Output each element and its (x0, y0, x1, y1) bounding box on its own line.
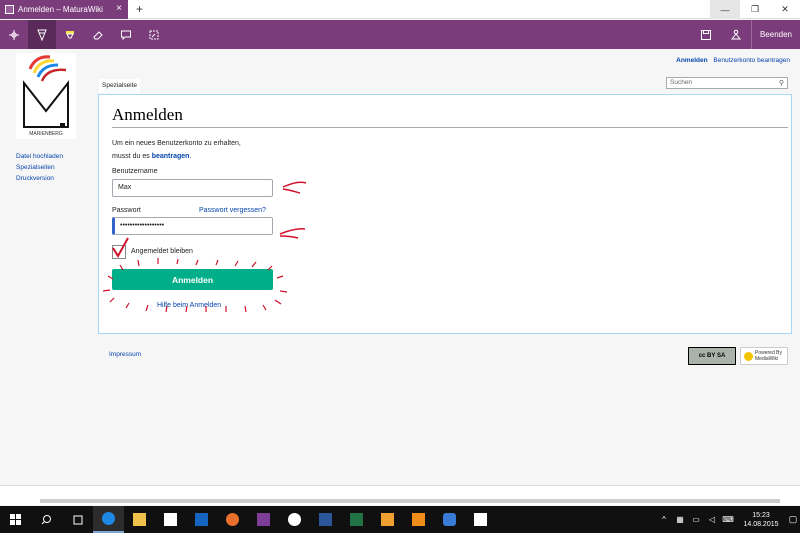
app-orange-icon[interactable] (403, 506, 434, 533)
page-favicon-icon (5, 4, 14, 14)
remember-me-label: Angemeldet bleiben (131, 248, 193, 255)
wiki-page: MARIENBERG Datei hochladen Spezialseiten… (0, 49, 800, 485)
app-blue-icon[interactable] (434, 506, 465, 533)
settings-glyph (195, 513, 208, 526)
mediawiki-badge[interactable]: Powered By MediaWiki (740, 347, 788, 365)
page-title: Anmelden (112, 105, 183, 124)
volume-icon[interactable]: ◁ (704, 515, 720, 524)
password-label: Passwort (112, 207, 141, 214)
photos-icon[interactable] (279, 506, 310, 533)
tab-close-icon[interactable]: × (116, 3, 122, 14)
clock-time: 15:23 (752, 511, 770, 519)
edge-icon[interactable] (93, 506, 124, 533)
intro-line1: Um ein neues Benutzerkonto zu erhalten, (112, 140, 241, 147)
ink-toolbar-right: Beenden (691, 20, 800, 49)
intro-suffix: . (189, 153, 192, 160)
onenote-glyph (257, 513, 270, 526)
login-button[interactable]: Anmelden (112, 269, 273, 290)
intro-line2: musst du es (112, 153, 152, 160)
comment-icon[interactable] (112, 20, 140, 49)
username-field[interactable]: Max (112, 179, 273, 197)
word-icon[interactable] (310, 506, 341, 533)
app-orange-glyph (412, 513, 425, 526)
clock-date: 14.08.2015 (743, 520, 779, 528)
tray-overflow-icon[interactable]: ^ (656, 515, 672, 524)
highlighter-icon[interactable] (56, 20, 84, 49)
scrollbar-thumb[interactable] (40, 499, 780, 503)
restore-button[interactable]: ❐ (740, 0, 770, 19)
title-divider (112, 127, 788, 128)
intro-text: Um ein neues Benutzerkonto zu erhalten, … (112, 137, 312, 163)
sidebar-nav: Datei hochladen Spezialseiten Druckversi… (16, 151, 63, 184)
excel-icon[interactable] (341, 506, 372, 533)
start-button[interactable] (0, 506, 31, 533)
username-label: Benutzername (112, 168, 158, 175)
content-area: Anmelden Um ein neues Benutzerkonto zu e… (98, 94, 792, 334)
forgot-password-link[interactable]: Passwort vergessen? (199, 207, 266, 214)
store-icon[interactable] (155, 506, 186, 533)
minimize-button[interactable]: — (710, 0, 740, 19)
tab-title: Anmelden – MaturaWiki (18, 4, 103, 14)
tablet-icon[interactable]: ▭ (688, 515, 704, 524)
search-icon[interactable]: ⚲ (779, 79, 784, 87)
keyboard-icon[interactable]: ⌨ (720, 515, 736, 524)
personal-create-account-link[interactable]: Benutzerkonto beantragen (713, 57, 790, 64)
excel-glyph (350, 513, 363, 526)
browser-tab[interactable]: Anmelden – MaturaWiki × (0, 0, 128, 19)
request-account-link[interactable]: beantragen (152, 153, 190, 160)
file-explorer-icon[interactable] (124, 506, 155, 533)
search-input[interactable]: Suchen ⚲ (666, 77, 788, 89)
onenote-icon[interactable] (248, 506, 279, 533)
new-tab-button[interactable]: + (136, 2, 143, 16)
folder-icon[interactable] (372, 506, 403, 533)
login-help-link[interactable]: Hilfe beim Anmelden (157, 302, 221, 309)
page-tabs: Spezialseite (99, 79, 141, 93)
store-glyph (164, 513, 177, 526)
password-field[interactable]: •••••••••••••••••• (112, 217, 273, 235)
tab-special-page[interactable]: Spezialseite (99, 79, 141, 93)
network-icon[interactable]: ▦ (672, 515, 688, 524)
save-icon[interactable] (691, 20, 721, 49)
word-glyph (319, 513, 332, 526)
photos-glyph (288, 513, 301, 526)
system-tray: ^ ▦ ▭ ◁ ⌨ 15:23 14.08.2015 ▢ (656, 506, 800, 533)
pan-icon[interactable] (0, 20, 28, 49)
wiki-logo[interactable]: MARIENBERG (16, 53, 76, 139)
horizontal-scrollbar[interactable] (0, 485, 800, 505)
task-view-icon[interactable] (62, 506, 93, 533)
search-placeholder: Suchen (670, 79, 693, 86)
sidebar-item-upload[interactable]: Datei hochladen (16, 151, 63, 162)
close-window-button[interactable]: ✕ (770, 0, 800, 19)
search-icon[interactable] (31, 506, 62, 533)
web-note-toolbar: Beenden (0, 20, 800, 49)
eraser-icon[interactable] (84, 20, 112, 49)
footer-imprint-link[interactable]: Impressum (109, 351, 141, 358)
personal-tools: Anmelden Benutzerkonto beantragen (672, 57, 790, 64)
app-white-icon[interactable] (465, 506, 496, 533)
explorer-glyph (133, 513, 146, 526)
pen-icon[interactable] (28, 20, 56, 49)
logo-text: MARIENBERG (29, 131, 63, 137)
share-icon[interactable] (721, 20, 751, 49)
firefox-glyph (226, 513, 239, 526)
folder-glyph (381, 513, 394, 526)
notification-icon[interactable]: ▢ (786, 514, 800, 525)
personal-login-link[interactable]: Anmelden (676, 57, 707, 64)
clock[interactable]: 15:23 14.08.2015 (736, 511, 786, 529)
window-controls: — ❐ ✕ (710, 0, 800, 19)
sidebar-item-print[interactable]: Druckversion (16, 173, 63, 184)
taskbar: ^ ▦ ▭ ◁ ⌨ 15:23 14.08.2015 ▢ (0, 506, 800, 533)
firefox-icon[interactable] (217, 506, 248, 533)
cc-license-badge[interactable]: cc BY SA (688, 347, 736, 365)
app-blue-glyph (443, 513, 456, 526)
quit-button[interactable]: Beenden (750, 20, 800, 49)
sidebar-item-special-pages[interactable]: Spezialseiten (16, 162, 63, 173)
title-bar: Anmelden – MaturaWiki × + — ❐ ✕ (0, 0, 800, 19)
remember-me-checkbox[interactable] (112, 245, 126, 259)
edge-glyph (102, 512, 115, 525)
settings-icon[interactable] (186, 506, 217, 533)
clip-icon[interactable] (140, 20, 168, 49)
app-white-glyph (474, 513, 487, 526)
